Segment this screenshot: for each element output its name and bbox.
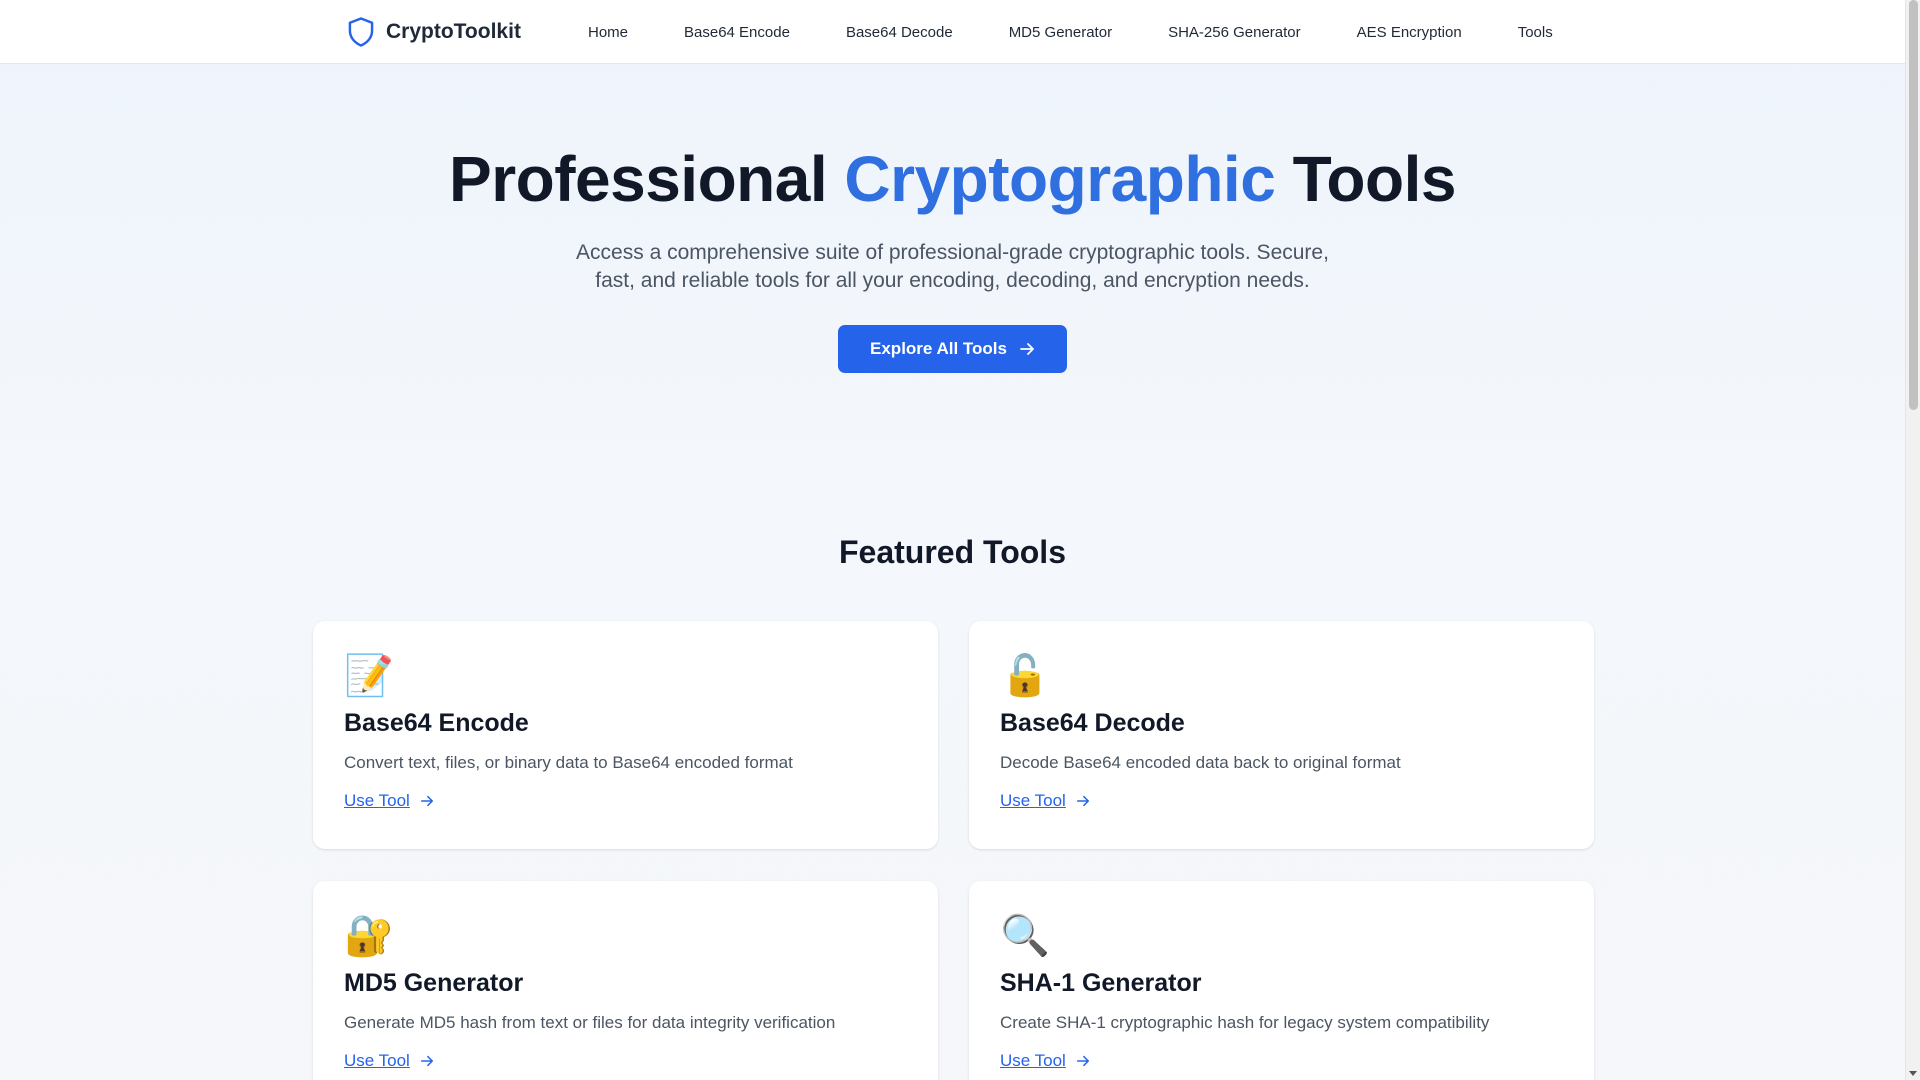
- explore-button-label: Explore All Tools: [870, 339, 1007, 358]
- hero-subtitle: Access a comprehensive suite of professi…: [576, 241, 1329, 292]
- use-tool-label: Use Tool: [344, 791, 410, 810]
- nav-md5-generator[interactable]: MD5 Generator: [1009, 24, 1112, 41]
- nav-base64-decode[interactable]: Base64 Decode: [846, 24, 953, 41]
- use-tool-label: Use Tool: [344, 1051, 410, 1070]
- nav-sha256-generator[interactable]: SHA-256 Generator: [1168, 24, 1301, 41]
- use-tool-label: Use Tool: [1000, 1051, 1066, 1070]
- tool-card-title: SHA-1 Generator: [1000, 969, 1202, 997]
- brand-logo[interactable]: CryptoToolkit: [346, 15, 521, 49]
- top-navbar: CryptoToolkit Home Base64 Encode Base64 …: [0, 0, 1905, 64]
- use-tool-label: Use Tool: [1000, 791, 1066, 810]
- arrow-right-icon: [1076, 1055, 1089, 1067]
- hero-title: Professional Cryptographic Tools: [0, 141, 1905, 217]
- use-tool-link[interactable]: Use Tool: [1000, 791, 1090, 811]
- nav-base64-encode[interactable]: Base64 Encode: [684, 24, 790, 41]
- magnifier-icon: 🔍: [1000, 914, 1050, 958]
- nav-tools[interactable]: Tools: [1518, 24, 1553, 41]
- tool-card-base64-encode: 📝 Base64 Encode Convert text, files, or …: [313, 621, 938, 849]
- arrow-right-icon: [1020, 343, 1034, 355]
- use-tool-link[interactable]: Use Tool: [344, 791, 434, 811]
- shield-icon: [348, 17, 374, 47]
- nav-home[interactable]: Home: [588, 24, 628, 41]
- nav-aes-encryption[interactable]: AES Encryption: [1357, 24, 1462, 41]
- arrow-right-icon: [420, 795, 433, 807]
- tool-card-sha1-generator: 🔍 SHA-1 Generator Create SHA-1 cryptogra…: [969, 881, 1594, 1080]
- tool-card-title: Base64 Encode: [344, 709, 529, 737]
- page-scrollbar[interactable]: [1905, 0, 1920, 1080]
- tool-card-description: Create SHA-1 cryptographic hash for lega…: [1000, 1013, 1490, 1032]
- featured-tools-heading: Featured Tools: [839, 534, 1066, 570]
- hero-title-end: Tools: [1275, 143, 1457, 215]
- tool-card-title: MD5 Generator: [344, 969, 524, 997]
- use-tool-link[interactable]: Use Tool: [1000, 1051, 1090, 1071]
- use-tool-link[interactable]: Use Tool: [344, 1051, 434, 1071]
- hero-title-start: Professional: [449, 143, 845, 215]
- tool-card-description: Generate MD5 hash from text or files for…: [344, 1013, 836, 1032]
- tool-card-description: Convert text, files, or binary data to B…: [344, 753, 793, 772]
- explore-all-tools-button[interactable]: Explore All Tools: [838, 325, 1067, 373]
- main-nav: Home Base64 Encode Base64 Decode MD5 Gen…: [588, 0, 1553, 64]
- tool-card-md5-generator: 🔐 MD5 Generator Generate MD5 hash from t…: [313, 881, 938, 1080]
- locked-with-key-icon: 🔐: [344, 914, 394, 958]
- hero-title-accent: Cryptographic: [844, 143, 1276, 215]
- arrow-right-icon: [1076, 795, 1089, 807]
- unlocked-icon: 🔓: [1000, 654, 1050, 698]
- memo-icon: 📝: [344, 654, 394, 698]
- tool-card-description: Decode Base64 encoded data back to origi…: [1000, 753, 1401, 772]
- scroll-down-arrow-icon[interactable]: [1909, 1071, 1917, 1076]
- arrow-right-icon: [420, 1055, 433, 1067]
- brand-name: CryptoToolkit: [386, 20, 521, 43]
- scrollbar-thumb[interactable]: [1909, 0, 1918, 410]
- tool-card-base64-decode: 🔓 Base64 Decode Decode Base64 encoded da…: [969, 621, 1594, 849]
- hero-section: Professional Cryptographic Tools Access …: [0, 64, 1905, 373]
- tool-card-title: Base64 Decode: [1000, 709, 1185, 737]
